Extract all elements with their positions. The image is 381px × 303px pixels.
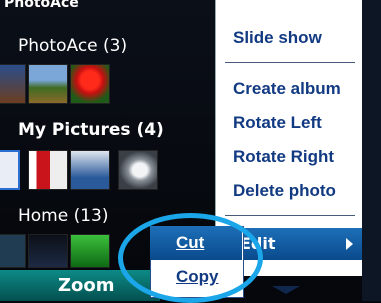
menu-separator: [225, 215, 355, 216]
photo-thumbnail[interactable]: [70, 234, 110, 268]
photo-thumbnail[interactable]: [28, 64, 68, 104]
menu-item-label: Rotate Left: [233, 113, 322, 132]
menu-item-create-album[interactable]: Create album: [233, 79, 341, 99]
photo-thumbnail[interactable]: [70, 150, 110, 190]
menu-item-label: Slide show: [233, 28, 322, 47]
photo-thumbnail[interactable]: [0, 64, 26, 104]
menu-item-slide-show[interactable]: Slide show: [233, 28, 322, 48]
scroll-down-arrow-icon[interactable]: [272, 286, 300, 294]
menu-item-label: Delete photo: [233, 181, 336, 200]
menu-item-delete-photo[interactable]: Delete photo: [233, 181, 336, 201]
photo-thumbnail-selected[interactable]: [0, 150, 20, 190]
menu-item-label: Rotate Right: [233, 147, 335, 166]
album-label-my-pictures[interactable]: My Pictures (4): [18, 120, 164, 140]
background-strip: [362, 0, 381, 301]
menu-item-rotate-left[interactable]: Rotate Left: [233, 113, 322, 133]
menu-item-label: Create album: [233, 79, 341, 98]
menu-item-rotate-right[interactable]: Rotate Right: [233, 147, 334, 167]
photo-thumbnail[interactable]: [118, 150, 158, 190]
chevron-right-icon: [346, 238, 353, 250]
album-label-home[interactable]: Home (13): [18, 206, 109, 226]
menu-separator: [225, 62, 355, 63]
photo-thumbnail[interactable]: [0, 234, 26, 268]
photo-thumbnail[interactable]: [70, 64, 110, 104]
highlight-ellipse: [118, 213, 263, 303]
photo-thumbnail[interactable]: [28, 150, 68, 190]
zoom-softkey-label: Zoom: [58, 275, 115, 296]
photo-thumbnail[interactable]: [28, 234, 68, 268]
app-title: PhotoAce: [4, 0, 79, 11]
album-label-photoace[interactable]: PhotoAce (3): [18, 36, 127, 56]
